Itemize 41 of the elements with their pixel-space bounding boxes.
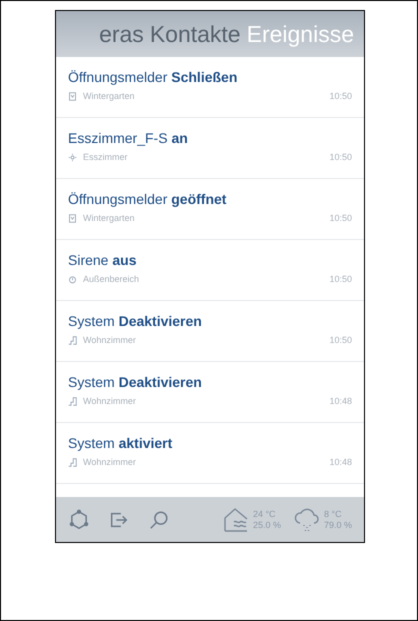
event-time: 10:48 <box>329 456 352 469</box>
window-sensor-icon <box>68 92 77 102</box>
event-title: Öffnungsmelder geöffnet <box>68 190 228 208</box>
event-title: System aktiviert <box>68 434 174 452</box>
event-location: Wohnzimmer <box>83 456 136 469</box>
event-location: Wintergarten <box>83 90 135 103</box>
event-time: 10:50 <box>329 273 352 286</box>
cloud-rain-icon <box>292 506 321 534</box>
tab[interactable]: Kontakte <box>150 16 241 52</box>
event-row[interactable]: Sirene aus Außenbereich 10:50 <box>56 240 364 301</box>
event-row[interactable]: System Deaktivieren Wohnzimmer 10:50 <box>56 301 364 362</box>
event-location: Esszimmer <box>83 151 128 164</box>
event-location: Wohnzimmer <box>83 334 136 347</box>
event-time: 10:48 <box>329 395 352 408</box>
window-sensor-icon <box>68 214 77 224</box>
settings-button[interactable] <box>68 508 90 530</box>
sun-icon <box>68 153 77 162</box>
search-button[interactable] <box>148 508 170 530</box>
humidity-reading: 25.0 % <box>252 520 281 530</box>
event-time: 10:50 <box>329 90 352 103</box>
event-location: Außenbereich <box>83 273 140 286</box>
humidity-reading: 79.0 % <box>324 520 352 530</box>
event-row[interactable]: Öffnungsmelder Schließen Wintergarten 10:50 <box>56 57 364 118</box>
event-time: 10:50 <box>329 212 352 225</box>
temperature-reading: 24 °C <box>252 508 277 520</box>
event-row[interactable]: System aktiviert Wohnzimmer 10:48 <box>56 423 364 484</box>
event-title: Öffnungsmelder Schließen <box>68 68 238 86</box>
house-waves-icon <box>222 506 250 534</box>
event-title: Sirene aus <box>68 251 138 269</box>
event-time: 10:50 <box>329 151 352 164</box>
event-location: Wohnzimmer <box>83 395 136 408</box>
event-row[interactable]: Öffnungsmelder geöffnet Wintergarten 10:50 <box>56 179 364 240</box>
event-row[interactable]: System Deaktivieren Wohnzimmer 10:48 <box>56 362 364 423</box>
temperature-reading: 8 °C <box>324 508 343 520</box>
event-title: Esszimmer_F-S an <box>68 129 189 147</box>
event-time: 10:50 <box>329 334 352 347</box>
event-title: System Deaktivieren <box>68 373 203 391</box>
event-location: Wintergarten <box>83 212 135 225</box>
event-row[interactable]: Esszimmer_F-S an Esszimmer 10:50 <box>56 118 364 179</box>
event-title: System Deaktivieren <box>68 312 203 330</box>
tab[interactable]: eras <box>99 16 144 52</box>
